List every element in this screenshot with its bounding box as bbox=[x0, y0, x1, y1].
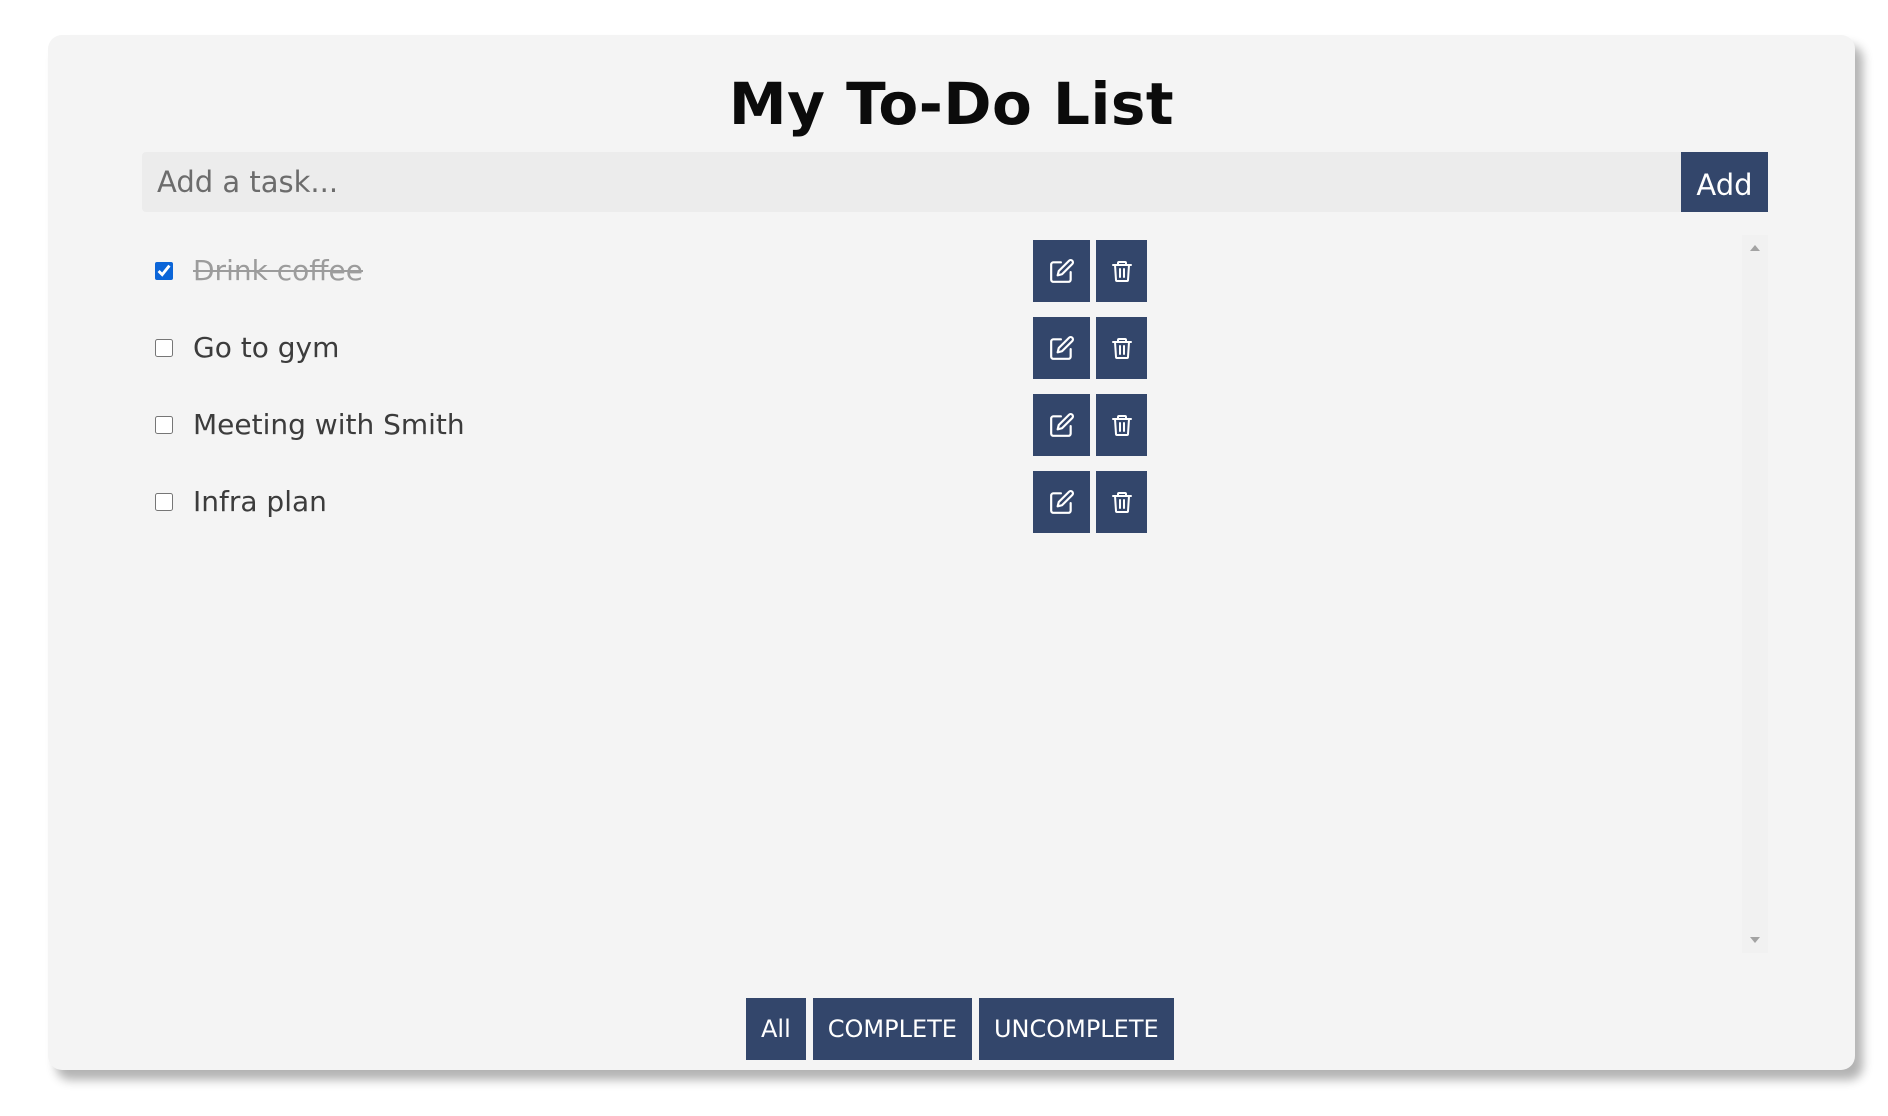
task-label: Meeting with Smith bbox=[193, 408, 465, 441]
scroll-down-arrow-icon[interactable] bbox=[1750, 937, 1760, 943]
task-label: Drink coffee bbox=[193, 254, 363, 287]
edit-icon bbox=[1049, 413, 1074, 437]
edit-icon bbox=[1049, 490, 1074, 514]
filter-all-button[interactable]: All bbox=[746, 998, 806, 1060]
task-checkbox[interactable] bbox=[155, 493, 173, 511]
list-scrollbar[interactable] bbox=[1742, 235, 1768, 953]
task-row: Drink coffee bbox=[142, 240, 1742, 302]
task-row: Infra plan bbox=[142, 471, 1742, 533]
filter-bar: All COMPLETE UNCOMPLETE bbox=[746, 998, 1174, 1060]
edit-icon bbox=[1049, 259, 1074, 283]
trash-icon bbox=[1111, 261, 1132, 282]
scroll-up-arrow-icon[interactable] bbox=[1750, 245, 1760, 251]
edit-task-button[interactable] bbox=[1033, 394, 1090, 456]
add-task-row: Add bbox=[142, 152, 1768, 212]
task-checkbox[interactable] bbox=[155, 262, 173, 280]
task-checkbox[interactable] bbox=[155, 339, 173, 357]
task-row: Meeting with Smith bbox=[142, 394, 1742, 456]
filter-uncomplete-button[interactable]: UNCOMPLETE bbox=[978, 998, 1174, 1060]
task-list-area: Drink coffee Go to gym Meeting with Smit… bbox=[142, 235, 1768, 953]
task-row: Go to gym bbox=[142, 317, 1742, 379]
trash-icon bbox=[1111, 415, 1132, 436]
task-checkbox[interactable] bbox=[155, 416, 173, 434]
add-task-input[interactable] bbox=[142, 152, 1681, 212]
task-label: Infra plan bbox=[193, 485, 327, 518]
delete-task-button[interactable] bbox=[1096, 471, 1147, 533]
task-label: Go to gym bbox=[193, 331, 340, 364]
edit-icon bbox=[1049, 336, 1074, 360]
page-title: My To-Do List bbox=[728, 70, 1175, 138]
task-list: Drink coffee Go to gym Meeting with Smit… bbox=[142, 235, 1742, 953]
edit-task-button[interactable] bbox=[1033, 471, 1090, 533]
delete-task-button[interactable] bbox=[1096, 394, 1147, 456]
delete-task-button[interactable] bbox=[1096, 317, 1147, 379]
delete-task-button[interactable] bbox=[1096, 240, 1147, 302]
todo-card: My To-Do List Add Drink coffee Go to gym bbox=[48, 35, 1855, 1070]
trash-icon bbox=[1111, 492, 1132, 513]
add-button[interactable]: Add bbox=[1681, 152, 1768, 212]
edit-task-button[interactable] bbox=[1033, 240, 1090, 302]
trash-icon bbox=[1111, 338, 1132, 359]
edit-task-button[interactable] bbox=[1033, 317, 1090, 379]
filter-complete-button[interactable]: COMPLETE bbox=[812, 998, 972, 1060]
